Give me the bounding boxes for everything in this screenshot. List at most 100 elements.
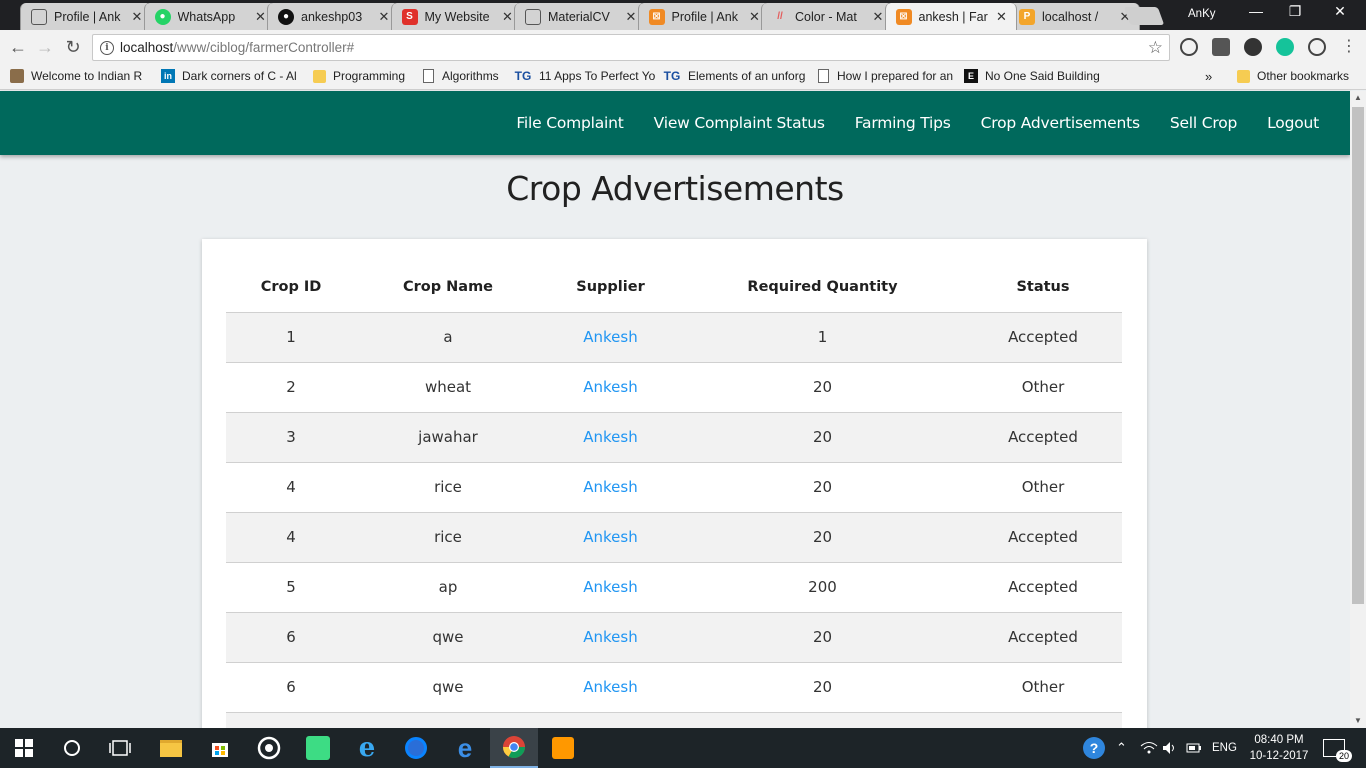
quantity-cell: 20 xyxy=(681,512,964,563)
browser-tab[interactable]: Plocalhost / ✕ xyxy=(1008,3,1140,30)
tab-close-icon[interactable]: ✕ xyxy=(749,9,761,25)
quantity-cell: 20 xyxy=(681,612,964,663)
grammarly-icon[interactable] xyxy=(1276,38,1294,56)
bookmark-item[interactable]: How I prepared for an xyxy=(816,69,953,83)
scroll-up-icon[interactable]: ▲ xyxy=(1350,91,1366,105)
back-icon[interactable]: ← xyxy=(7,36,29,58)
nav-link-sell-crop[interactable]: Sell Crop xyxy=(1155,114,1252,132)
action-center-icon[interactable]: 20 xyxy=(1323,728,1352,768)
browser-tab[interactable]: Profile | Ank ✕ xyxy=(20,3,152,30)
crop-name-cell: rice xyxy=(356,462,540,513)
folder-icon xyxy=(312,69,326,83)
tray-expand-icon[interactable]: ⌃ xyxy=(1116,728,1127,768)
tab-close-icon[interactable]: ✕ xyxy=(625,9,637,25)
extension-badge-icon[interactable] xyxy=(1244,38,1262,56)
bookmark-item[interactable]: E No One Said Building xyxy=(964,69,1100,83)
quantity-cell: 20 xyxy=(681,362,964,413)
nav-link-crop-advertisements[interactable]: Crop Advertisements xyxy=(966,114,1155,132)
chrome-icon[interactable] xyxy=(490,728,538,768)
store-icon[interactable] xyxy=(196,728,244,768)
address-bar[interactable]: i localhost/www/ciblog/farmerController#… xyxy=(92,34,1170,61)
supplier-link[interactable]: Ankesh xyxy=(583,428,637,446)
browser-tab[interactable]: // Color - Mat ✕ xyxy=(761,3,893,30)
crop-name-cell: qwe xyxy=(356,662,540,713)
supplier-link[interactable]: Ankesh xyxy=(583,578,637,596)
bookmark-item[interactable]: TG 11 Apps To Perfect Yo xyxy=(514,69,656,83)
browser-tab[interactable]: ⊠ ankesh | Far ✕ xyxy=(884,3,1017,30)
bookmark-item[interactable]: Algorithms xyxy=(421,69,499,83)
supplier-link[interactable]: Ankesh xyxy=(583,478,637,496)
nav-link-farming-tips[interactable]: Farming Tips xyxy=(840,114,966,132)
tab-title: Profile | Ank xyxy=(54,9,121,24)
supplier-link[interactable]: Ankesh xyxy=(583,328,637,346)
browser-tab[interactable]: MaterialCV ✕ xyxy=(514,3,646,30)
profile-name[interactable]: AnKy xyxy=(1188,8,1216,20)
browser-tab[interactable]: ⊠ Profile | Ank ✕ xyxy=(637,3,770,30)
bookmark-item[interactable]: Programming xyxy=(312,69,405,83)
crop-name-cell: wheat xyxy=(356,362,540,413)
tab-close-icon[interactable]: ✕ xyxy=(131,9,143,25)
edge-icon[interactable]: e xyxy=(441,728,489,768)
bookmark-star-icon[interactable]: ☆ xyxy=(1148,38,1163,58)
internet-explorer-icon[interactable]: e xyxy=(343,728,391,768)
sublime-text-icon[interactable] xyxy=(539,728,587,768)
language-indicator[interactable]: ENG xyxy=(1212,728,1237,768)
close-window-icon[interactable]: ✕ xyxy=(1330,3,1350,20)
android-studio-icon[interactable] xyxy=(294,728,342,768)
volume-icon[interactable] xyxy=(1162,728,1178,768)
wifi-icon[interactable] xyxy=(1140,728,1158,768)
nav-link-file-complaint[interactable]: File Complaint xyxy=(501,114,638,132)
supplier-link[interactable]: Ankesh xyxy=(583,378,637,396)
browser-tab[interactable]: S My Website ✕ xyxy=(390,3,523,30)
clock-date: 10-12-2017 xyxy=(1249,750,1309,762)
browser-tab[interactable]: ● ankeshp03 ✕ xyxy=(267,3,399,30)
xampp-icon: ⊠ xyxy=(648,8,665,25)
supplier-link[interactable]: Ankesh xyxy=(583,528,637,546)
bookmark-item[interactable]: TG Elements of an unforg xyxy=(663,69,806,83)
table-row: 5 ap Ankesh 200 Accepted xyxy=(226,562,1122,613)
nav-link-view-complaint-status[interactable]: View Complaint Status xyxy=(639,114,840,132)
bookmarks-overflow-icon[interactable]: » xyxy=(1205,69,1212,84)
tab-close-icon[interactable]: ✕ xyxy=(378,9,390,25)
extension-wrench-icon[interactable] xyxy=(1212,38,1230,56)
crop-id-cell: 5 xyxy=(226,562,356,613)
tab-close-icon[interactable]: ✕ xyxy=(255,9,267,25)
scroll-thumb[interactable] xyxy=(1352,107,1364,604)
file-explorer-icon[interactable] xyxy=(147,728,195,768)
info-icon[interactable]: i xyxy=(100,40,114,55)
task-view-icon[interactable] xyxy=(96,728,144,768)
browser-tab[interactable]: ● WhatsApp ✕ xyxy=(143,3,276,30)
bookmark-item[interactable]: in Dark corners of C - Al xyxy=(161,69,297,83)
extension-sync-icon[interactable] xyxy=(1180,38,1198,56)
nav-link-logout[interactable]: Logout xyxy=(1252,114,1334,132)
reload-icon[interactable]: ↻ xyxy=(62,36,84,58)
help-icon[interactable]: ? xyxy=(1083,728,1105,768)
other-bookmarks-folder[interactable]: Other bookmarks xyxy=(1236,69,1349,83)
firefox-icon[interactable] xyxy=(392,728,440,768)
tab-close-icon[interactable]: ✕ xyxy=(996,9,1008,25)
folder-icon xyxy=(1236,69,1250,83)
speed-icon[interactable] xyxy=(1308,38,1326,56)
scroll-down-icon[interactable]: ▼ xyxy=(1350,714,1366,728)
new-tab-button[interactable] xyxy=(1123,7,1165,25)
forward-icon[interactable]: → xyxy=(34,36,56,58)
menu-dots-icon[interactable]: ⋮ xyxy=(1338,36,1360,58)
page-scrollbar[interactable]: ▲ ▼ xyxy=(1350,91,1366,728)
crop-id-cell: 3 xyxy=(226,412,356,463)
tab-close-icon[interactable]: ✕ xyxy=(872,9,884,25)
tab-close-icon[interactable]: ✕ xyxy=(502,9,514,25)
table-body: 1 a Ankesh 1 Accepted 2 wheat Ankesh 20 Other 3 jaw… xyxy=(226,312,1122,763)
supplier-link[interactable]: Ankesh xyxy=(583,678,637,696)
minimize-icon[interactable]: — xyxy=(1246,3,1266,19)
system-clock[interactable]: 08:40 PM 10-12-2017 xyxy=(1246,732,1312,764)
bookmark-item[interactable]: Welcome to Indian R xyxy=(10,69,142,83)
search-icon[interactable] xyxy=(48,728,96,768)
app-ring-icon[interactable] xyxy=(245,728,293,768)
windows-taskbar: e e ? ⌃ ENG 08:40 PM 10-12-2017 20 xyxy=(0,728,1366,768)
restore-icon[interactable]: ❐ xyxy=(1285,3,1305,20)
notification-count: 20 xyxy=(1335,750,1352,762)
start-icon[interactable] xyxy=(0,728,48,768)
table-row: 6 qwe Ankesh 20 Accepted xyxy=(226,612,1122,663)
battery-icon[interactable] xyxy=(1186,728,1202,768)
supplier-link[interactable]: Ankesh xyxy=(583,628,637,646)
